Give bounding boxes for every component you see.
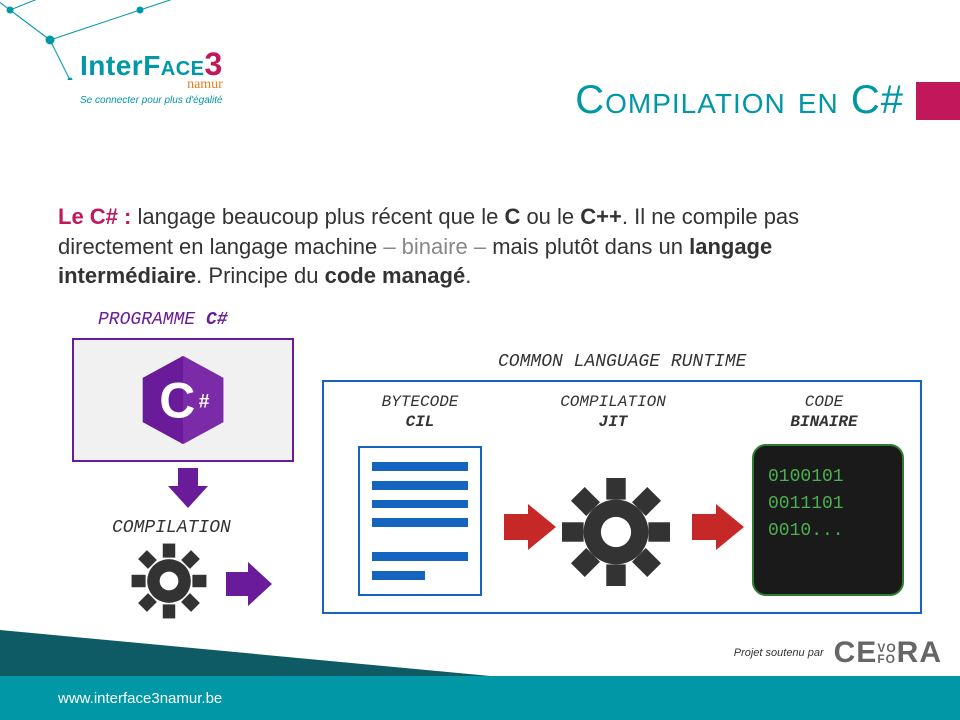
logo-tagline: Se connecter pour plus d'égalité — [80, 95, 223, 106]
programme-label: PROGRAMME C# — [98, 310, 228, 330]
logo-part-inter: Inter — [80, 50, 143, 81]
intro-paragraph: Le C# : langage beaucoup plus récent que… — [58, 202, 902, 291]
gear-large-icon — [562, 478, 670, 586]
svg-text:#: # — [199, 392, 210, 413]
compilation-label: COMPILATION — [112, 518, 231, 538]
footer-sponsor: Projet soutenu par CEVOFORA — [734, 636, 942, 670]
arrow-right-purple-icon — [222, 560, 276, 608]
binary-output-box: 0100101 0011101 0010... — [752, 444, 904, 596]
clr-label: COMMON LANGUAGE RUNTIME — [498, 352, 746, 372]
svg-text:C: C — [159, 372, 195, 428]
arrow-down-icon — [164, 464, 212, 512]
page-title-bar: Compilation en C# — [575, 78, 960, 123]
binary-text: 0100101 0011101 0010... — [768, 464, 888, 545]
page-title: Compilation en C# — [575, 78, 904, 123]
csharp-logo-icon: C # — [135, 352, 231, 448]
arrow-right-red-icon — [502, 502, 558, 552]
brand-logo: InterFace3 namur Se connecter pour plus … — [80, 46, 223, 106]
project-supported-label: Projet soutenu par — [734, 647, 824, 659]
arrow-right-red-icon — [690, 502, 746, 552]
jit-label: COMPILATIONJIT — [538, 392, 688, 432]
clr-box: BYTECODECIL COMPILATIONJIT CODEBINAIRE — [322, 380, 922, 614]
para-lead: Le C# : — [58, 204, 131, 229]
gear-icon — [130, 542, 208, 620]
binary-code-label: CODEBINAIRE — [754, 392, 894, 432]
programme-box: C # — [72, 338, 294, 462]
footer-bar: www.interface3namur.be — [0, 676, 960, 720]
title-accent-block — [916, 82, 960, 120]
footer-url: www.interface3namur.be — [58, 690, 222, 707]
cefora-logo: CEVOFORA — [834, 636, 942, 670]
compilation-diagram: PROGRAMME C# C # COMPILATION COMMON LANG… — [58, 310, 902, 650]
document-icon — [358, 446, 482, 596]
bytecode-label: BYTECODECIL — [350, 392, 490, 432]
